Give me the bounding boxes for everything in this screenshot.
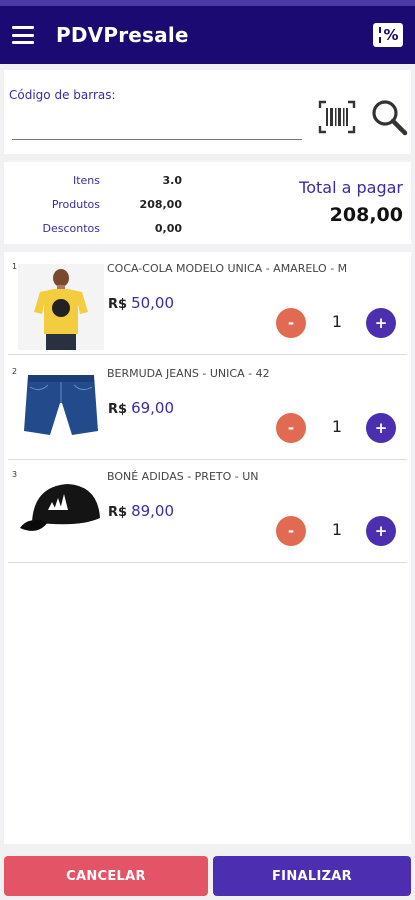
item-index: 2 [12,367,18,376]
discount-icon[interactable]: % [373,23,403,47]
item-currency: R$ [108,505,128,520]
barcode-label: Código de barras: [9,88,116,102]
total-label: Total a pagar [299,178,403,197]
item-price-value: 50,00 [131,294,175,312]
item-price: R$ 89,00 [108,502,174,520]
cart-items-list: 1 COCA-COLA MODELO UNICA - AMARELO - M R… [4,252,411,844]
increase-qty-button[interactable]: + [366,413,396,443]
item-currency: R$ [108,297,128,312]
search-icon[interactable] [370,98,408,136]
total-value: 208,00 [329,204,403,226]
app-bar: PDVPresale % [0,6,415,64]
decrease-qty-button[interactable]: - [276,308,306,338]
item-price-value: 69,00 [131,399,175,417]
product-image-denim-shorts [18,369,104,455]
app-title: PDVPresale [56,23,189,47]
item-index: 1 [12,262,18,271]
item-name: COCA-COLA MODELO UNICA - AMARELO - M [107,262,348,275]
increase-qty-button[interactable]: + [366,308,396,338]
item-price: R$ 50,00 [108,294,174,312]
cancel-button[interactable]: CANCELAR [4,856,208,896]
item-name: BERMUDA JEANS - UNICA - 42 [107,367,270,380]
barcode-input[interactable] [12,110,302,140]
menu-icon[interactable] [12,26,34,44]
items-value: 3.0 [162,174,183,187]
item-qty: 1 [331,417,343,436]
items-label: Itens [72,174,100,187]
item-divider [8,354,407,355]
summary-discounts-row: Descontos 0,00 [4,222,194,242]
barcode-card: Código de barras: [4,70,411,154]
increase-qty-button[interactable]: + [366,516,396,546]
item-divider [8,562,407,563]
products-value: 208,00 [139,198,182,211]
item-qty: 1 [331,312,343,331]
item-index: 3 [12,470,18,479]
decrease-qty-button[interactable]: - [276,413,306,443]
item-qty: 1 [331,520,343,539]
action-footer: CANCELAR FINALIZAR [0,848,415,900]
barcode-icon[interactable] [318,100,356,134]
summary-products-row: Produtos 208,00 [4,198,194,218]
summary-items-row: Itens 3.0 [4,174,194,194]
cart-item: 1 COCA-COLA MODELO UNICA - AMARELO - M R… [4,252,411,355]
discounts-value: 0,00 [154,222,182,235]
cart-item: 3 BONÉ ADIDAS - PRETO - UN R$ 89,00 - 1 + [4,460,411,563]
product-image-yellow-tshirt [18,264,104,350]
products-label: Produtos [51,198,100,211]
cart-item: 2 BERMUDA JEANS - UNICA - 42 R$ 69,00 - 1… [4,357,411,460]
finish-button[interactable]: FINALIZAR [213,856,411,896]
product-image-black-cap [18,472,104,558]
summary-card: Itens 3.0 Produtos 208,00 Descontos 0,00… [4,162,411,244]
decrease-qty-button[interactable]: - [276,516,306,546]
item-currency: R$ [108,402,128,417]
discounts-label: Descontos [42,222,101,235]
item-price-value: 89,00 [131,502,175,520]
item-price: R$ 69,00 [108,399,174,417]
item-name: BONÉ ADIDAS - PRETO - UN [107,470,259,483]
